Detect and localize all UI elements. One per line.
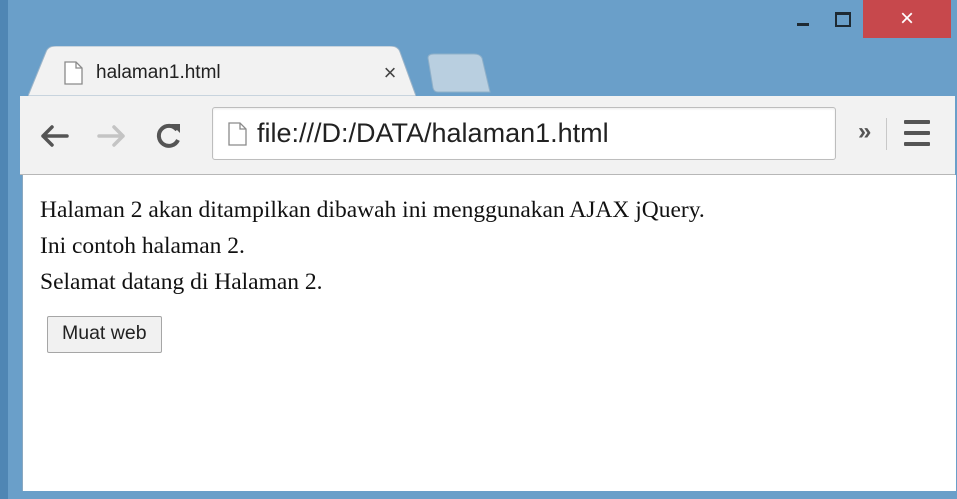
- maximize-icon: [835, 11, 851, 27]
- page-icon: [228, 121, 247, 146]
- forward-button[interactable]: [92, 116, 132, 156]
- intro-text: Halaman 2 akan ditampilkan dibawah ini m…: [40, 197, 705, 223]
- reload-icon: [156, 123, 180, 148]
- page-content: Halaman 2 akan ditampilkan dibawah ini m…: [22, 175, 956, 491]
- back-button[interactable]: [34, 116, 74, 156]
- page-text: Halaman 2 akan ditampilkan dibawah ini m…: [40, 192, 705, 300]
- toolbar-divider: [886, 118, 887, 150]
- forward-arrow-icon: [97, 125, 125, 147]
- window-bottom-border: [22, 491, 957, 499]
- tab-title: halaman1.html: [96, 62, 221, 83]
- minimize-icon: [797, 22, 809, 26]
- hamburger-menu-icon[interactable]: [904, 120, 930, 146]
- maximize-button[interactable]: [823, 0, 863, 38]
- page-icon: [64, 61, 83, 85]
- content-line-2: Selamat datang di Halaman 2.: [40, 269, 323, 295]
- muat-web-button[interactable]: Muat web: [47, 316, 162, 353]
- window-edge: [0, 0, 8, 499]
- reload-button[interactable]: [148, 116, 188, 156]
- tab-halaman1[interactable]: halaman1.html ×: [28, 46, 416, 96]
- tab-close-icon[interactable]: ×: [378, 60, 402, 86]
- new-tab-button[interactable]: [424, 52, 492, 94]
- minimize-button[interactable]: [783, 0, 823, 38]
- content-line-1: Ini contoh halaman 2.: [40, 233, 245, 259]
- url-text: file:///D:/DATA/halaman1.html: [257, 118, 609, 148]
- address-bar[interactable]: file:///D:/DATA/halaman1.html: [212, 107, 836, 160]
- browser-toolbar: file:///D:/DATA/halaman1.html »: [20, 96, 955, 175]
- extensions-overflow-button[interactable]: »: [858, 118, 871, 146]
- close-window-button[interactable]: ×: [863, 0, 951, 38]
- back-arrow-icon: [41, 125, 69, 147]
- window-controls: ×: [783, 0, 951, 48]
- close-icon: ×: [899, 5, 914, 32]
